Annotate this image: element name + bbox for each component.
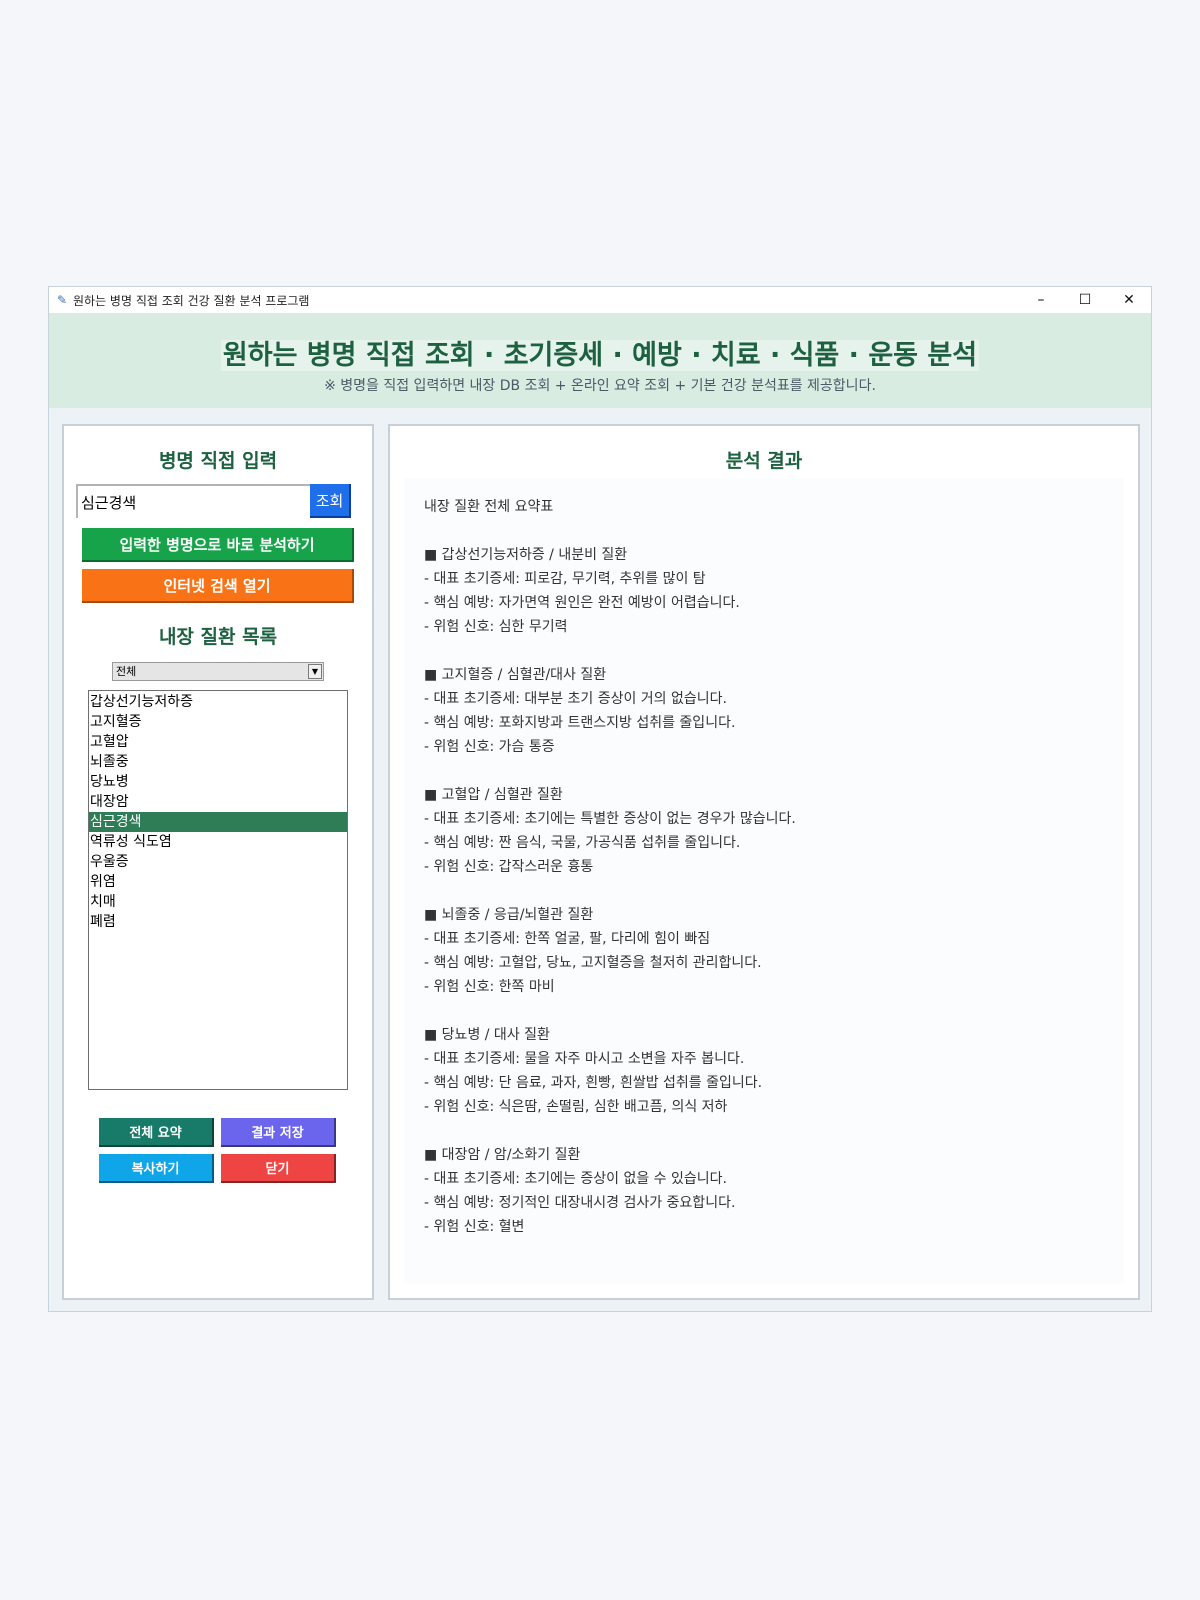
result-line: - 핵심 예방: 포화지방과 트랜스지방 섭취를 줄입니다. <box>424 715 736 731</box>
result-line: - 위험 신호: 갑작스러운 흉통 <box>424 859 594 875</box>
disease-list-item[interactable]: 고혈압 <box>89 732 347 752</box>
category-select[interactable]: 전체 ▼ <box>112 662 324 681</box>
disease-list-item[interactable]: 심근경색 <box>89 812 347 832</box>
result-line: ■ 대장암 / 암/소화기 질환 <box>424 1147 581 1163</box>
close-button[interactable]: 닫기 <box>221 1154 336 1183</box>
disease-list-item[interactable]: 역류성 식도염 <box>89 832 347 852</box>
result-text-area[interactable]: 내장 질환 전체 요약표 ■ 갑상선기능저하증 / 내분비 질환 - 대표 초기증… <box>404 478 1124 1284</box>
title-bar: ✎ 원하는 병명 직접 조회 건강 질환 분석 프로그램 – ☐ ✕ <box>49 287 1151 313</box>
result-line: - 대표 초기증세: 피로감, 무기력, 추위를 많이 탐 <box>424 571 706 587</box>
disease-listbox[interactable]: 갑상선기능저하증 고지혈증 고혈압 뇌졸중 당뇨병 대장암 심근경색 역류성 식도염 우울증 위염… <box>88 690 348 1090</box>
window-title: 원하는 병명 직접 조회 건강 질환 분석 프로그램 <box>73 293 310 308</box>
result-line: - 핵심 예방: 짠 음식, 국물, 가공식품 섭취를 줄입니다. <box>424 835 741 851</box>
disease-list-item[interactable]: 갑상선기능저하증 <box>89 692 347 712</box>
disease-search-input[interactable] <box>76 484 310 518</box>
close-window-button[interactable]: ✕ <box>1107 287 1151 313</box>
disease-list-item[interactable]: 대장암 <box>89 792 347 812</box>
dropdown-arrow-icon[interactable]: ▼ <box>308 664 322 679</box>
result-line: ■ 고지혈증 / 심혈관/대사 질환 <box>424 667 607 683</box>
header-banner: 원하는 병명 직접 조회 · 초기증세 · 예방 · 치료 · 식품 · 운동 … <box>49 313 1151 408</box>
result-heading: 분석 결과 <box>725 450 803 472</box>
search-button[interactable]: 조회 <box>310 484 351 518</box>
result-line: - 대표 초기증세: 초기에는 특별한 증상이 없는 경우가 많습니다. <box>424 811 796 827</box>
feather-icon: ✎ <box>56 293 68 307</box>
result-line: - 위험 신호: 가슴 통증 <box>424 739 555 755</box>
maximize-button[interactable]: ☐ <box>1063 287 1107 313</box>
result-panel: 분석 결과 내장 질환 전체 요약표 ■ 갑상선기능저하증 / 내분비 질환 - … <box>388 424 1140 1300</box>
analyze-button[interactable]: 입력한 병명으로 바로 분석하기 <box>82 528 354 562</box>
minimize-button[interactable]: – <box>1019 287 1063 313</box>
result-line: - 핵심 예방: 단 음료, 과자, 흰빵, 흰쌀밥 섭취를 줄입니다. <box>424 1075 763 1091</box>
input-panel: 병명 직접 입력 조회 입력한 병명으로 바로 분석하기 인터넷 검색 열기 내… <box>62 424 374 1300</box>
app-window: ✎ 원하는 병명 직접 조회 건강 질환 분석 프로그램 – ☐ ✕ 원하는 병… <box>48 286 1152 1312</box>
result-line: - 위험 신호: 심한 무기력 <box>424 619 568 635</box>
save-result-button[interactable]: 결과 저장 <box>221 1118 336 1147</box>
disease-list-item[interactable]: 고지혈증 <box>89 712 347 732</box>
disease-list-item[interactable]: 위염 <box>89 872 347 892</box>
page-subtitle: ※ 병명을 직접 입력하면 내장 DB 조회 + 온라인 요약 조회 + 기본 … <box>324 378 876 394</box>
input-heading: 병명 직접 입력 <box>158 450 278 472</box>
result-line: - 위험 신호: 한쪽 마비 <box>424 979 555 995</box>
result-line: - 대표 초기증세: 초기에는 증상이 없을 수 있습니다. <box>424 1171 727 1187</box>
disease-list-heading: 내장 질환 목록 <box>158 626 278 648</box>
result-line: - 핵심 예방: 고혈압, 당뇨, 고지혈증을 철저히 관리합니다. <box>424 955 762 971</box>
disease-list-item[interactable]: 당뇨병 <box>89 772 347 792</box>
result-line: - 핵심 예방: 정기적인 대장내시경 검사가 중요합니다. <box>424 1195 736 1211</box>
result-line: ■ 갑상선기능저하증 / 내분비 질환 <box>424 547 628 563</box>
category-select-value: 전체 <box>116 665 137 678</box>
result-line: 내장 질환 전체 요약표 <box>424 499 554 515</box>
result-line: ■ 고혈압 / 심혈관 질환 <box>424 787 563 803</box>
result-line: - 대표 초기증세: 한쪽 얼굴, 팔, 다리에 힘이 빠짐 <box>424 931 711 947</box>
page-title: 원하는 병명 직접 조회 · 초기증세 · 예방 · 치료 · 식품 · 운동 … <box>220 340 980 371</box>
disease-list-item[interactable]: 폐렴 <box>89 912 347 932</box>
result-line: - 위험 신호: 혈변 <box>424 1219 525 1235</box>
disease-list-item[interactable]: 우울증 <box>89 852 347 872</box>
result-line: - 위험 신호: 식은땀, 손떨림, 심한 배고픔, 의식 저하 <box>424 1099 728 1115</box>
web-search-button[interactable]: 인터넷 검색 열기 <box>82 569 354 603</box>
result-line: - 핵심 예방: 자가면역 원인은 완전 예방이 어렵습니다. <box>424 595 740 611</box>
copy-button[interactable]: 복사하기 <box>99 1154 214 1183</box>
disease-list-item[interactable]: 뇌졸중 <box>89 752 347 772</box>
disease-list-item[interactable]: 치매 <box>89 892 347 912</box>
summary-button[interactable]: 전체 요약 <box>99 1118 214 1147</box>
result-line: - 대표 초기증세: 대부분 초기 증상이 거의 없습니다. <box>424 691 727 707</box>
result-line: - 대표 초기증세: 물을 자주 마시고 소변을 자주 봅니다. <box>424 1051 745 1067</box>
result-line: ■ 뇌졸중 / 응급/뇌혈관 질환 <box>424 907 594 923</box>
result-line: ■ 당뇨병 / 대사 질환 <box>424 1027 550 1043</box>
